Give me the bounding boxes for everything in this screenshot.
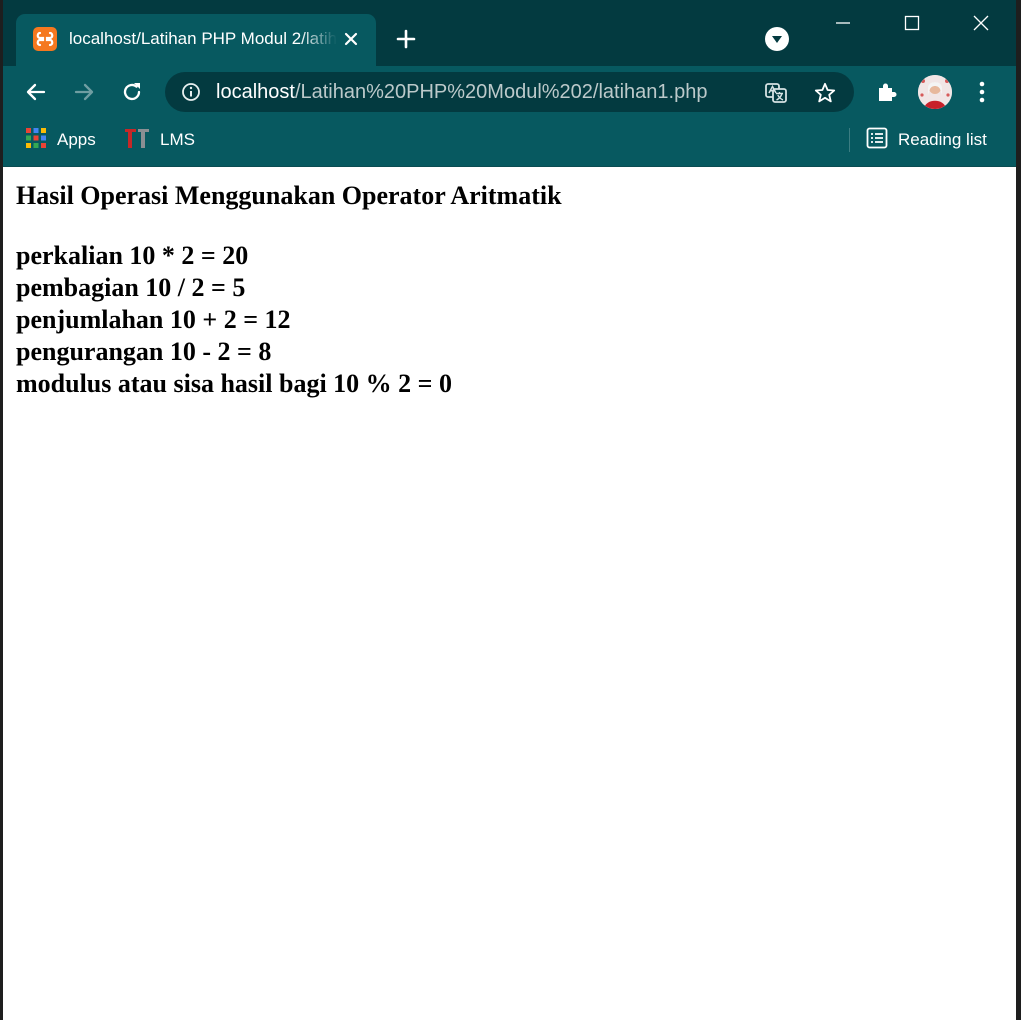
tab-search-dropdown-icon[interactable] (765, 27, 789, 51)
browser-window: localhost/Latihan PHP Modul 2/latihan1.p… (3, 0, 1016, 1020)
page-title: Hasil Operasi Menggunakan Operator Aritm… (16, 181, 562, 210)
result-subtraction: pengurangan 10 - 2 = 8 (16, 337, 272, 366)
bookmarks-bar: Apps LMS Reading list (3, 118, 1016, 167)
bookmark-lms[interactable]: LMS (124, 128, 195, 152)
tab-strip: localhost/Latihan PHP Modul 2/latihan1.p… (3, 0, 1016, 66)
xampp-favicon-icon (33, 27, 57, 51)
translate-icon[interactable] (764, 81, 788, 105)
back-arrow-icon[interactable] (22, 78, 50, 106)
url-host: localhost (216, 81, 295, 103)
reading-list-button[interactable]: Reading list (866, 127, 987, 154)
operation-results-list: perkalian 10 * 2 = 20 pembagian 10 / 2 =… (16, 240, 452, 400)
url-path: /Latihan%20PHP%20Modul%202/latihan1.php (294, 81, 708, 103)
result-addition: penjumlahan 10 + 2 = 12 (16, 305, 291, 334)
bookmark-lms-label: LMS (160, 130, 195, 149)
bookmarks-separator (849, 128, 850, 152)
browser-menu-dots-icon[interactable] (968, 78, 996, 106)
result-multiplication: perkalian 10 * 2 = 20 (16, 241, 249, 270)
bookmark-apps[interactable]: Apps (25, 127, 96, 154)
extensions-puzzle-icon[interactable] (873, 78, 901, 106)
forward-arrow-icon[interactable] (70, 78, 98, 106)
window-close-icon[interactable] (964, 8, 998, 38)
browser-toolbar: localhost/Latihan%20PHP%20Modul%202/lati… (3, 66, 1016, 118)
bookmark-star-icon[interactable] (813, 81, 837, 105)
tab-active[interactable]: localhost/Latihan PHP Modul 2/latihan1.p… (16, 14, 376, 66)
url-text: localhost/Latihan%20PHP%20Modul%202/lati… (216, 81, 707, 103)
reading-list-label: Reading list (898, 130, 987, 149)
new-tab-plus-icon[interactable] (393, 26, 419, 52)
result-modulus: modulus atau sisa hasil bagi 10 % 2 = 0 (16, 369, 452, 398)
minimize-icon[interactable] (826, 8, 860, 38)
bookmark-apps-label: Apps (57, 130, 96, 149)
profile-avatar[interactable] (918, 75, 952, 109)
lms-favicon-icon (124, 126, 150, 155)
reload-icon[interactable] (118, 78, 146, 106)
page-content: Hasil Operasi Menggunakan Operator Aritm… (3, 168, 1016, 1020)
site-info-icon[interactable] (180, 81, 202, 103)
reading-list-icon (866, 127, 888, 154)
tab-title: localhost/Latihan PHP Modul 2/latihan1.p… (69, 29, 337, 48)
tab-close-icon[interactable] (340, 28, 362, 50)
maximize-icon[interactable] (895, 8, 929, 38)
address-bar[interactable]: localhost/Latihan%20PHP%20Modul%202/lati… (165, 72, 854, 112)
apps-grid-icon (25, 127, 47, 154)
result-division: pembagian 10 / 2 = 5 (16, 273, 246, 302)
